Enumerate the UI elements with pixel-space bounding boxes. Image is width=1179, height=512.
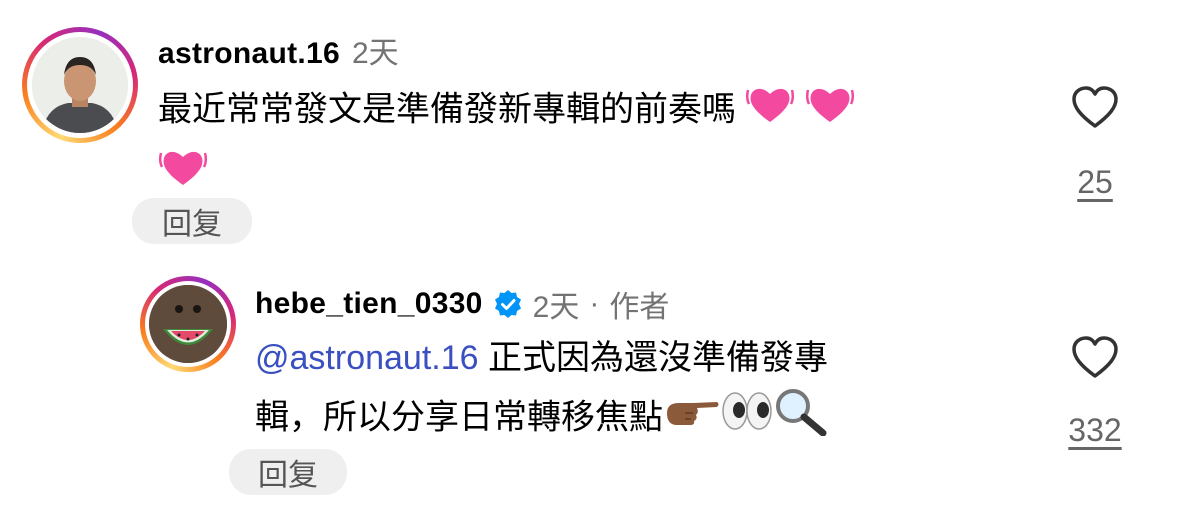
comment-like-count[interactable]: 25 (1070, 164, 1120, 201)
meta-separator: · (589, 287, 600, 320)
reply-text-line2: 輯，所以分享日常轉移焦點 (255, 398, 663, 437)
avatar[interactable] (22, 27, 138, 143)
author-label: 作者 (609, 291, 670, 324)
reply-text-line1: 正式因為還沒準備發專 (488, 339, 828, 377)
reply-reply-button[interactable]: 回复 (229, 449, 347, 495)
eyes-icon (721, 390, 773, 449)
magnifying-glass-icon (773, 386, 829, 453)
profile-photo (149, 285, 227, 363)
comment-username[interactable]: astronaut.16 (158, 37, 340, 71)
pointing-right-icon (663, 391, 721, 448)
reply-like-count[interactable]: 332 (1050, 412, 1140, 449)
growing-heart-icon (158, 143, 208, 206)
heart-icon[interactable] (1070, 86, 1120, 130)
comment-text-line1: 最近常常發文是準備發新專輯的前奏嗎 (158, 90, 736, 129)
reply-timestamp: 2天 (532, 291, 580, 324)
reply-button-label: 回复 (162, 208, 222, 241)
reply-text: @astronaut.16 正式因為還沒準備發專 輯，所以分享日常轉移焦點 (255, 330, 1015, 453)
growing-heart-icon (745, 80, 795, 143)
growing-heart-icon (805, 80, 855, 143)
reply-button-label: 回复 (258, 459, 318, 492)
reply-username[interactable]: hebe_tien_0330 (255, 287, 483, 321)
profile-photo (32, 37, 128, 133)
comment-timestamp: 2天 (352, 37, 399, 70)
comment-reply-button[interactable]: 回复 (132, 198, 252, 244)
avatar[interactable] (140, 276, 236, 372)
mention-link[interactable]: @astronaut.16 (255, 339, 479, 377)
verified-badge-icon (493, 289, 523, 319)
heart-icon[interactable] (1070, 336, 1120, 380)
comment-text: 最近常常發文是準備發新專輯的前奏嗎 (158, 80, 1018, 206)
